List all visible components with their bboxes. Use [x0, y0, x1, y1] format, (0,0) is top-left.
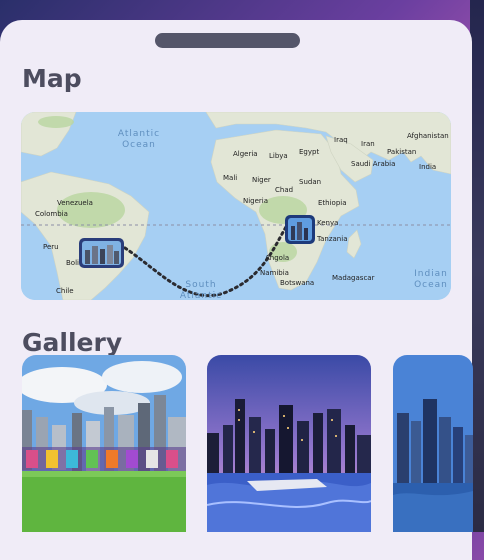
svg-text:Angola: Angola	[265, 254, 289, 262]
ocean-label-atlantic-2: Ocean	[122, 140, 156, 150]
svg-text:Sudan: Sudan	[299, 178, 321, 186]
svg-text:Venezuela: Venezuela	[57, 199, 93, 207]
gallery-photo-night-skyline[interactable]	[207, 355, 371, 532]
map-section-title: Map	[22, 64, 82, 93]
svg-text:Libya: Libya	[269, 152, 288, 160]
svg-text:Colombia: Colombia	[35, 210, 68, 218]
ocean-label-indian-2: Ocean	[414, 280, 448, 290]
svg-text:Ethiopia: Ethiopia	[318, 199, 347, 207]
svg-text:Peru: Peru	[43, 243, 59, 251]
svg-text:Chad: Chad	[275, 186, 293, 194]
world-map-graphic: Algeria Libya Egypt Iraq Iran Afghanista…	[21, 112, 451, 300]
svg-text:Algeria: Algeria	[233, 150, 258, 158]
svg-text:Tanzania: Tanzania	[316, 235, 347, 243]
svg-text:Saudi Arabia: Saudi Arabia	[351, 160, 395, 168]
svg-text:Mali: Mali	[223, 174, 237, 182]
photo-pin-africa[interactable]	[285, 215, 315, 244]
photo-night-skyline-image	[207, 355, 371, 532]
map-view[interactable]: Algeria Libya Egypt Iraq Iran Afghanista…	[21, 112, 451, 300]
svg-text:Namibia: Namibia	[260, 269, 289, 277]
ocean-label-south-atlantic-2: Atlantic	[180, 291, 222, 300]
svg-text:Pakistan: Pakistan	[387, 148, 416, 156]
ocean-label-south-atlantic-1: South	[185, 280, 216, 290]
svg-text:Iraq: Iraq	[334, 136, 348, 144]
svg-text:Kenya: Kenya	[317, 219, 338, 227]
svg-text:Egypt: Egypt	[299, 148, 319, 156]
photo-blue-towers-image	[393, 355, 473, 532]
sheet-grabber-handle[interactable]	[155, 33, 300, 48]
gallery-photo-blue-towers[interactable]	[393, 355, 473, 532]
photo-city-skyline-image	[22, 355, 186, 532]
svg-text:Afghanistan: Afghanistan	[407, 132, 449, 140]
ocean-label-atlantic-1: Atlantic	[118, 129, 160, 139]
gallery-photo-city-skyline[interactable]	[22, 355, 186, 532]
svg-text:Chile: Chile	[56, 287, 74, 295]
svg-text:India: India	[419, 163, 436, 171]
photo-pin-brazil[interactable]	[79, 238, 124, 268]
svg-text:Botswana: Botswana	[280, 279, 314, 287]
svg-text:Madagascar: Madagascar	[332, 274, 375, 282]
svg-text:Iran: Iran	[361, 140, 375, 148]
svg-text:Niger: Niger	[252, 176, 271, 184]
ocean-label-indian-1: Indian	[414, 269, 448, 279]
gallery-section-title: Gallery	[22, 328, 123, 357]
svg-text:Nigeria: Nigeria	[243, 197, 268, 205]
